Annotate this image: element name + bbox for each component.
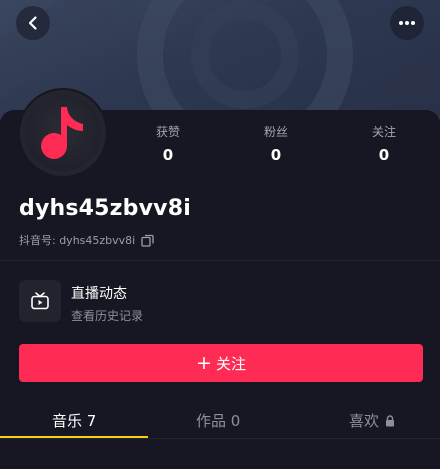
follow-button[interactable]: + 关注	[19, 344, 423, 382]
chevron-left-icon	[28, 16, 37, 30]
tab-works[interactable]: 作品 0	[196, 410, 240, 431]
username: dyhs45zbvv8i	[19, 196, 191, 221]
copy-icon[interactable]	[141, 234, 154, 247]
more-button[interactable]	[390, 6, 424, 40]
stat-likes[interactable]: 获赞 0	[114, 124, 222, 164]
stat-label: 获赞	[155, 125, 180, 139]
plus-icon: +	[196, 351, 212, 374]
tabs-divider	[0, 438, 440, 439]
stat-label: 关注	[371, 125, 396, 139]
follow-label: 关注	[215, 354, 246, 373]
stat-value: 0	[270, 146, 282, 164]
tab-likes[interactable]: 喜欢	[349, 410, 395, 431]
more-dots-icon	[399, 21, 415, 25]
account-id-row: 抖音号: dyhs45zbvv8i	[19, 233, 154, 247]
back-button[interactable]	[16, 6, 50, 40]
stat-followers[interactable]: 粉丝 0	[222, 124, 330, 164]
stat-label: 粉丝	[263, 125, 288, 139]
profile-stats: 获赞 0 粉丝 0 关注 0	[114, 124, 438, 164]
stat-value: 0	[162, 146, 174, 164]
live-subtitle: 查看历史记录	[71, 309, 144, 323]
tab-label: 音乐 7	[52, 412, 97, 430]
tv-icon	[19, 280, 61, 322]
tab-label: 喜欢	[349, 412, 380, 430]
live-activity-row[interactable]: 直播动态 查看历史记录	[19, 280, 419, 324]
section-divider	[0, 260, 440, 261]
stat-value: 0	[378, 146, 390, 164]
stat-following[interactable]: 关注 0	[330, 124, 438, 164]
tab-label: 作品 0	[196, 412, 241, 430]
avatar[interactable]	[18, 88, 108, 178]
tab-music[interactable]: 音乐 7	[52, 410, 96, 431]
lock-icon	[385, 414, 395, 427]
account-id: 抖音号: dyhs45zbvv8i	[19, 234, 136, 247]
music-note-icon	[41, 107, 83, 159]
live-title: 直播动态	[71, 286, 127, 302]
